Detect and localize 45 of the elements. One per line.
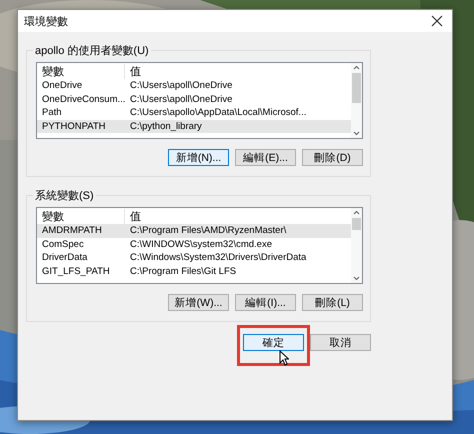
variable-value: C:\Users\apoll\OneDrive (129, 80, 232, 92)
variable-row[interactable]: DriverData C:\Windows\System32\Drivers\DriverData (37, 251, 351, 264)
column-header[interactable]: 變數 (37, 64, 125, 78)
variable-list[interactable]: 變數 值 OneDrive C:\Users\apoll\OneDrive OneDriveConsum... C:\Users\apoll\OneDrive Path C:\Users\apollo\AppData\Local\Microsof... PYTHONPATH C:\python_library (36, 62, 363, 139)
dialog-button[interactable]: 取消 (310, 334, 371, 351)
variable-value: C:\python_library (129, 120, 202, 132)
variable-value: C:\Users\apollo\AppData\Local\Microsof... (129, 107, 306, 118)
action-button[interactable]: 編輯(E)... (235, 149, 296, 166)
dialog-button[interactable]: 確定 (243, 334, 304, 351)
group-label: 系統變數(S) (33, 188, 96, 203)
action-button[interactable]: 刪除(D) (302, 149, 363, 166)
variable-row[interactable]: OneDrive C:\Users\apoll\OneDrive (37, 79, 351, 92)
variable-value: C:\Program Files\Git LFS (129, 266, 236, 277)
group-label: apollo 的使用者變數(U) (33, 43, 151, 58)
action-button[interactable]: 新增(N)... (168, 149, 229, 166)
variable-value: C:\Windows\System32\Drivers\DriverData (129, 252, 306, 264)
scroll-thumb[interactable] (352, 73, 361, 103)
variable-list[interactable]: 變數 值 AMDRMPATH C:\Program Files\AMD\RyzenMaster\ ComSpec C:\WINDOWS\system32\cmd.exe DriverData C:\Windows\System32\Drivers\DriverData GIT_LFS_PATH C:\Program Files\Git LFS (36, 207, 363, 284)
variable-name: AMDRMPATH (41, 225, 103, 236)
variable-name: OneDriveConsum... (41, 94, 125, 105)
variable-row[interactable]: AMDRMPATH C:\Program Files\AMD\RyzenMaster\ (37, 224, 351, 238)
variable-name: GIT_LFS_PATH (41, 266, 111, 277)
variable-value: C:\Program Files\AMD\RyzenMaster\ (129, 225, 286, 236)
variable-row[interactable]: OneDriveConsum... C:\Users\apoll\OneDrive (37, 92, 351, 106)
scroll-thumb[interactable] (352, 218, 361, 230)
variable-row[interactable]: Path C:\Users\apollo\AppData\Local\Microsof... (37, 106, 351, 120)
pointer-icon (279, 350, 289, 366)
variable-row[interactable]: ComSpec C:\WINDOWS\system32\cmd.exe (37, 238, 351, 251)
variable-value: C:\WINDOWS\system32\cmd.exe (129, 238, 272, 250)
action-button[interactable]: 編輯(I)... (235, 294, 296, 311)
column-header[interactable]: 值 (125, 208, 141, 224)
scrollbar[interactable] (351, 208, 362, 283)
action-button[interactable]: 刪除(L) (302, 294, 363, 311)
action-button[interactable]: 新增(W)... (168, 294, 229, 311)
variable-row[interactable]: GIT_LFS_PATH C:\Program Files\Git LFS (37, 264, 351, 278)
column-header[interactable]: 值 (125, 64, 141, 78)
variable-name: Path (41, 107, 63, 118)
variable-name: DriverData (41, 252, 88, 264)
variable-row[interactable]: PYTHONPATH C:\python_library (37, 120, 351, 133)
scrollbar[interactable] (351, 63, 362, 138)
variable-value: C:\Users\apoll\OneDrive (129, 94, 232, 105)
variable-name: ComSpec (41, 238, 85, 250)
window-title: 環境變數 (24, 14, 68, 28)
variable-name: PYTHONPATH (41, 120, 107, 132)
variable-name: OneDrive (41, 80, 84, 92)
